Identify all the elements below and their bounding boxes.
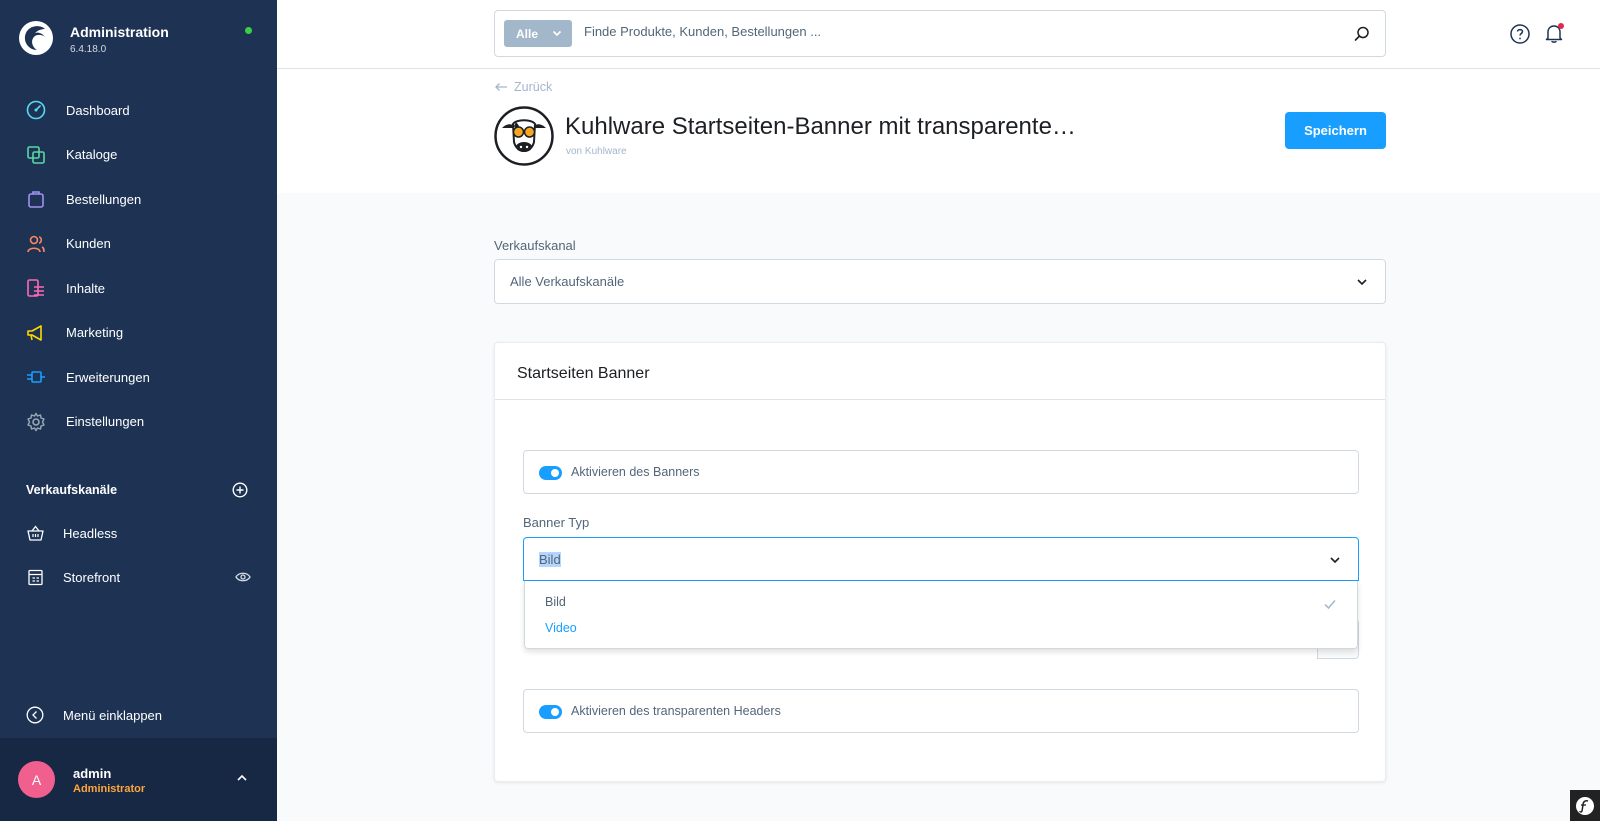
sidebar-item-label: Dashboard xyxy=(66,102,130,118)
marketing-icon xyxy=(25,322,47,344)
banner-type-label: Banner Typ xyxy=(523,515,590,530)
help-icon[interactable] xyxy=(1509,23,1531,45)
transparent-header-toggle-field: Aktivieren des transparenten Headers xyxy=(523,689,1359,733)
symfony-toolbar-icon[interactable] xyxy=(1570,790,1600,821)
orders-icon xyxy=(25,188,47,210)
arrow-left-icon xyxy=(495,83,507,91)
user-role: Administrator xyxy=(73,783,146,795)
status-indicator xyxy=(245,27,252,34)
storefront-icon xyxy=(26,568,44,586)
config-card: Startseiten Banner Aktivieren des Banner… xyxy=(494,342,1386,782)
user-panel[interactable]: A admin Administrator xyxy=(0,738,277,821)
dropdown-option-video[interactable]: Video xyxy=(545,621,577,635)
search-type-select[interactable]: Alle xyxy=(504,20,572,47)
search-input[interactable] xyxy=(584,24,1324,39)
collapse-menu-label: Menü einklappen xyxy=(63,707,163,723)
sidebar-item-kunden[interactable]: Kunden xyxy=(0,222,277,267)
dropdown-option-bild[interactable]: Bild xyxy=(545,595,566,609)
banner-type-select[interactable]: Bild xyxy=(523,537,1359,581)
add-sales-channel-icon[interactable] xyxy=(232,482,248,498)
sidebar-item-label: Erweiterungen xyxy=(66,369,150,385)
search-type-label: Alle xyxy=(516,26,539,41)
sidebar-item-label: Headless xyxy=(63,525,118,541)
sales-channel-select[interactable]: Alle Verkaufskanäle xyxy=(494,259,1386,304)
top-bar: Alle xyxy=(277,0,1600,69)
global-search: Alle xyxy=(494,10,1386,57)
user-name: admin xyxy=(73,766,112,781)
collapse-left-icon xyxy=(26,706,44,724)
main-navigation: Dashboard Kataloge Bestellungen Kunden I… xyxy=(0,88,277,444)
chevron-down-icon xyxy=(1357,279,1367,286)
avatar: A xyxy=(18,761,55,798)
divider xyxy=(495,399,1385,400)
transparent-header-toggle-switch[interactable] xyxy=(539,705,562,719)
sidebar-item-kataloge[interactable]: Kataloge xyxy=(0,133,277,178)
save-button[interactable]: Speichern xyxy=(1285,112,1386,149)
eye-icon[interactable] xyxy=(235,569,251,585)
content-icon xyxy=(25,277,47,299)
chevron-up-icon[interactable] xyxy=(235,771,249,785)
banner-toggle-label: Aktivieren des Banners xyxy=(571,465,700,479)
banner-toggle-switch[interactable] xyxy=(539,466,562,480)
sidebar-item-label: Einstellungen xyxy=(66,414,145,430)
chevron-down-icon xyxy=(1330,557,1340,564)
sidebar-item-headless[interactable]: Headless xyxy=(0,513,277,553)
app-version: 6.4.18.0 xyxy=(70,44,107,55)
card-title: Startseiten Banner xyxy=(517,365,650,382)
basket-icon xyxy=(26,524,44,542)
cow-plugin-logo-icon xyxy=(494,106,554,166)
banner-toggle-field: Aktivieren des Banners xyxy=(523,450,1359,494)
search-icon[interactable] xyxy=(1353,25,1371,43)
banner-type-dropdown: Bild Video xyxy=(524,581,1358,649)
sidebar-item-bestellungen[interactable]: Bestellungen xyxy=(0,177,277,222)
sidebar-item-erweiterungen[interactable]: Erweiterungen xyxy=(0,355,277,400)
sidebar-item-marketing[interactable]: Marketing xyxy=(0,311,277,356)
sales-channels-title: Verkaufskanäle xyxy=(26,483,118,497)
plugin-author: von Kuhlware xyxy=(566,146,627,157)
app-title: Administration xyxy=(70,24,169,40)
sales-channel-label: Verkaufskanal xyxy=(494,238,576,253)
transparent-header-toggle-label: Aktivieren des transparenten Headers xyxy=(571,704,781,718)
chevron-down-icon xyxy=(552,30,562,37)
back-label: Zurück xyxy=(514,80,553,94)
collapse-menu-button[interactable]: Menü einklappen xyxy=(26,706,162,724)
admin-sidebar: Administration 6.4.18.0 Dashboard Katalo… xyxy=(0,0,277,821)
sidebar-item-label: Kataloge xyxy=(66,147,118,163)
catalog-icon xyxy=(25,144,47,166)
sidebar-item-einstellungen[interactable]: Einstellungen xyxy=(0,400,277,445)
brand: Administration 6.4.18.0 xyxy=(18,20,169,56)
page-title: Kuhlware Startseiten-Banner mit transpar… xyxy=(565,113,1076,140)
sidebar-item-label: Kunden xyxy=(66,236,111,252)
customers-icon xyxy=(25,233,47,255)
sidebar-item-label: Marketing xyxy=(66,325,124,341)
banner-type-value: Bild xyxy=(539,552,561,567)
sidebar-item-label: Inhalte xyxy=(66,280,106,296)
sidebar-item-storefront[interactable]: Storefront xyxy=(0,557,277,597)
dashboard-icon xyxy=(25,99,47,121)
sales-channel-value: Alle Verkaufskanäle xyxy=(510,274,625,289)
settings-icon xyxy=(25,411,47,433)
checkmark-icon xyxy=(1324,600,1336,610)
notification-badge xyxy=(1558,23,1564,29)
sidebar-item-label: Bestellungen xyxy=(66,191,142,207)
sidebar-item-dashboard[interactable]: Dashboard xyxy=(0,88,277,133)
page-header: Zurück Kuhlware Startseiten-Banner mit t… xyxy=(277,69,1600,193)
extensions-icon xyxy=(25,366,47,388)
back-link[interactable]: Zurück xyxy=(494,80,552,94)
sidebar-item-inhalte[interactable]: Inhalte xyxy=(0,266,277,311)
shopware-logo-icon xyxy=(19,21,53,55)
sidebar-item-label: Storefront xyxy=(63,569,121,585)
